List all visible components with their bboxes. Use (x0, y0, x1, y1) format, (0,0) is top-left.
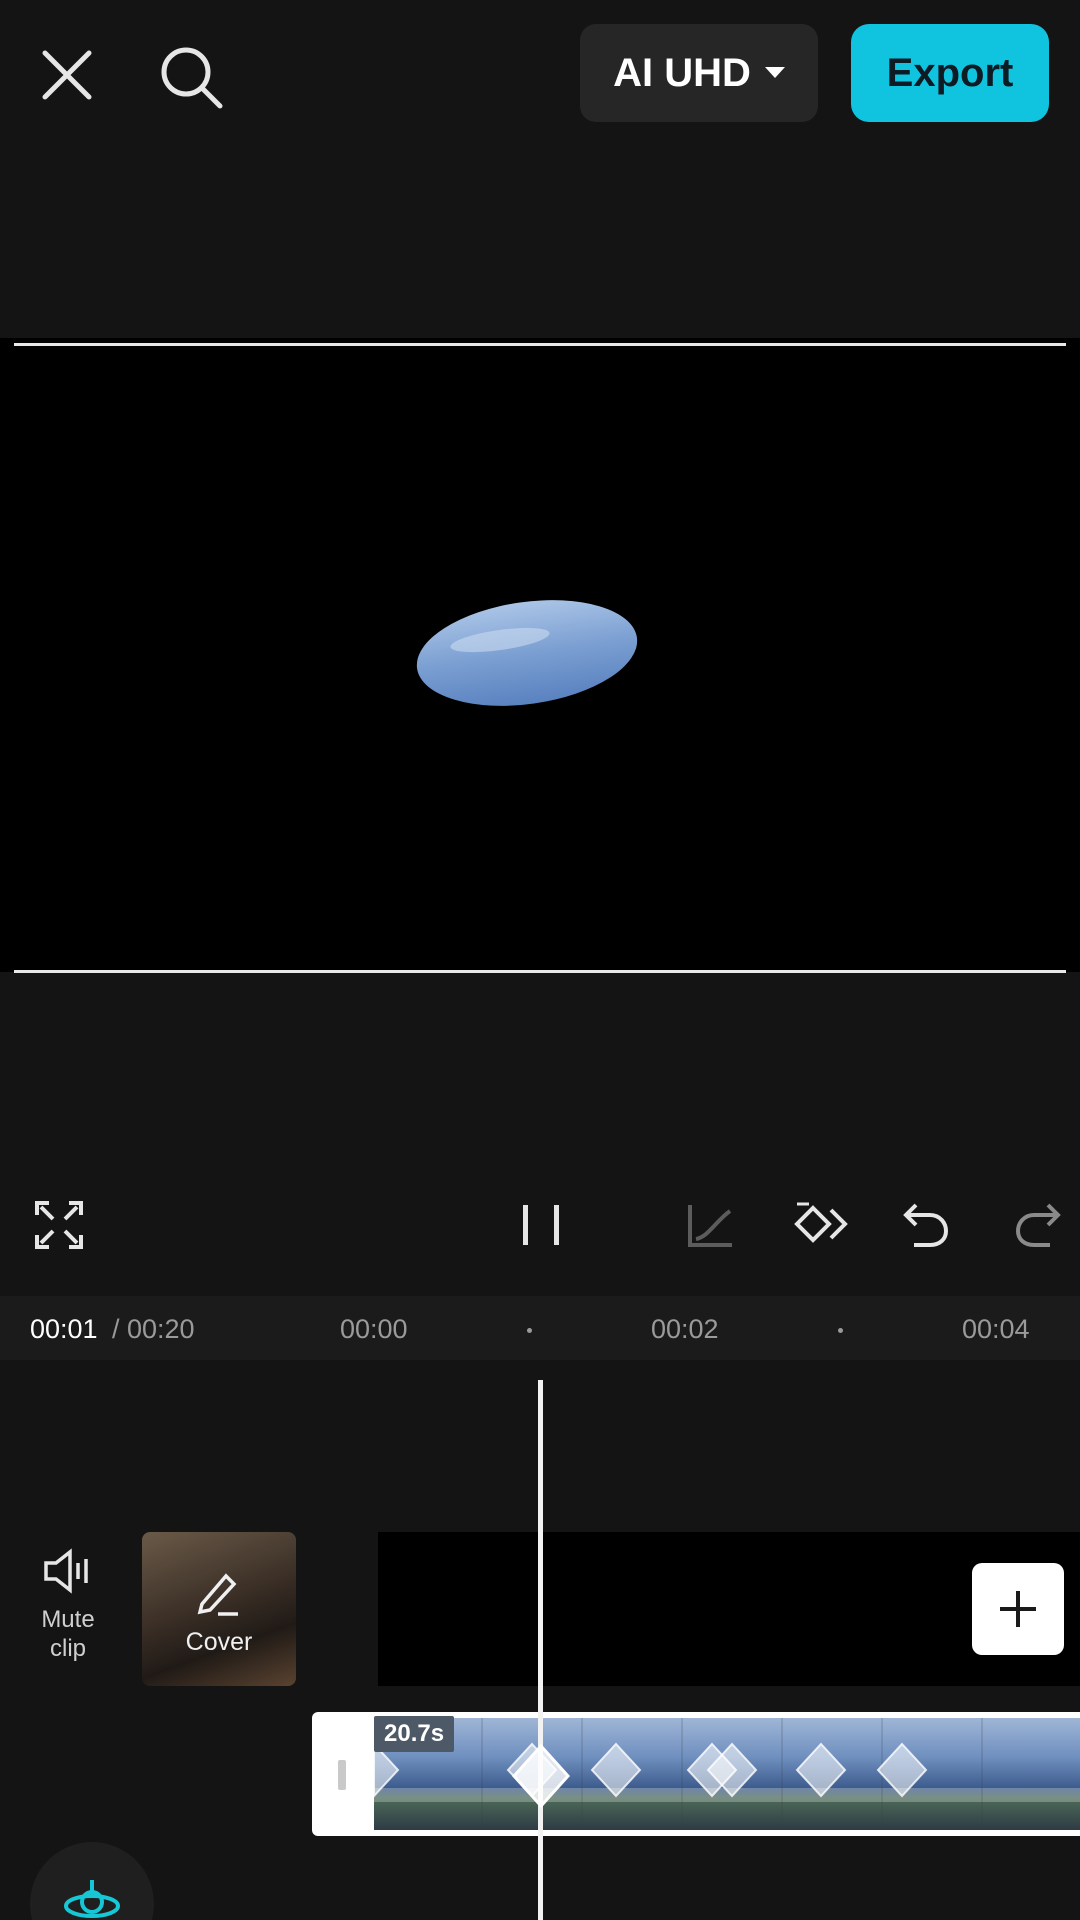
pause-icon (523, 1205, 559, 1245)
ruler-tick: 00:00 (340, 1314, 408, 1344)
clip-duration-badge: 20.7s (374, 1716, 455, 1752)
caret-down-icon (764, 67, 785, 78)
keyframe-button[interactable] (776, 1180, 866, 1270)
current-time: 00:01 (30, 1314, 98, 1344)
ruler-tick: 00:04 (962, 1314, 1030, 1344)
ruler-dot (838, 1328, 843, 1333)
current-keyframe-marker (511, 1744, 571, 1808)
undo-button[interactable] (882, 1180, 972, 1270)
clip-thumbnails (374, 1718, 1080, 1830)
keyframe-markers (374, 1718, 1080, 1830)
frame-top-border (14, 343, 1066, 346)
mute-clip-button[interactable]: Mute clip (28, 1548, 108, 1663)
export-button[interactable]: Export (851, 24, 1049, 122)
ruler-dot (527, 1328, 532, 1333)
keyframe-icon (794, 1202, 848, 1243)
close-button[interactable] (30, 38, 104, 112)
fullscreen-button[interactable] (14, 1180, 104, 1270)
curve-button[interactable] (666, 1180, 756, 1270)
search-icon (161, 47, 223, 109)
frame-bottom-border (14, 970, 1066, 973)
mute-label-line2: clip (49, 1635, 86, 1662)
cover-label: Cover (185, 1628, 253, 1656)
time-ruler[interactable]: 00:01 / 00:20 00:00 00:02 00:04 (0, 1296, 1080, 1360)
undo-icon (903, 1203, 949, 1247)
quality-dropdown[interactable]: AI UHD (580, 24, 818, 122)
ruler-tick: 00:02 (651, 1314, 719, 1344)
video-preview[interactable] (0, 338, 1080, 972)
playback-controls (0, 1180, 1080, 1270)
add-clip-button[interactable] (972, 1563, 1064, 1655)
playhead[interactable] (538, 1380, 543, 1920)
effects-button[interactable] (30, 1842, 154, 1920)
curve-graph-icon (688, 1205, 732, 1247)
pencil-icon (197, 1573, 238, 1616)
search-button[interactable] (152, 38, 232, 118)
close-icon (42, 50, 92, 100)
clip-trim-handle[interactable] (338, 1760, 346, 1790)
plus-icon (1000, 1591, 1036, 1627)
fullscreen-icon (35, 1201, 83, 1249)
cover-button[interactable]: Cover (142, 1532, 296, 1686)
mute-label-line1: Mute (41, 1606, 95, 1633)
redo-button[interactable] (992, 1180, 1080, 1270)
pause-button[interactable] (496, 1180, 586, 1270)
total-time: / 00:20 (112, 1314, 195, 1344)
speaker-icon (44, 1548, 88, 1594)
quality-label: AI UHD (613, 50, 751, 95)
redo-icon (1015, 1203, 1061, 1247)
motion-icon (64, 1880, 120, 1918)
preview-image (416, 600, 638, 706)
